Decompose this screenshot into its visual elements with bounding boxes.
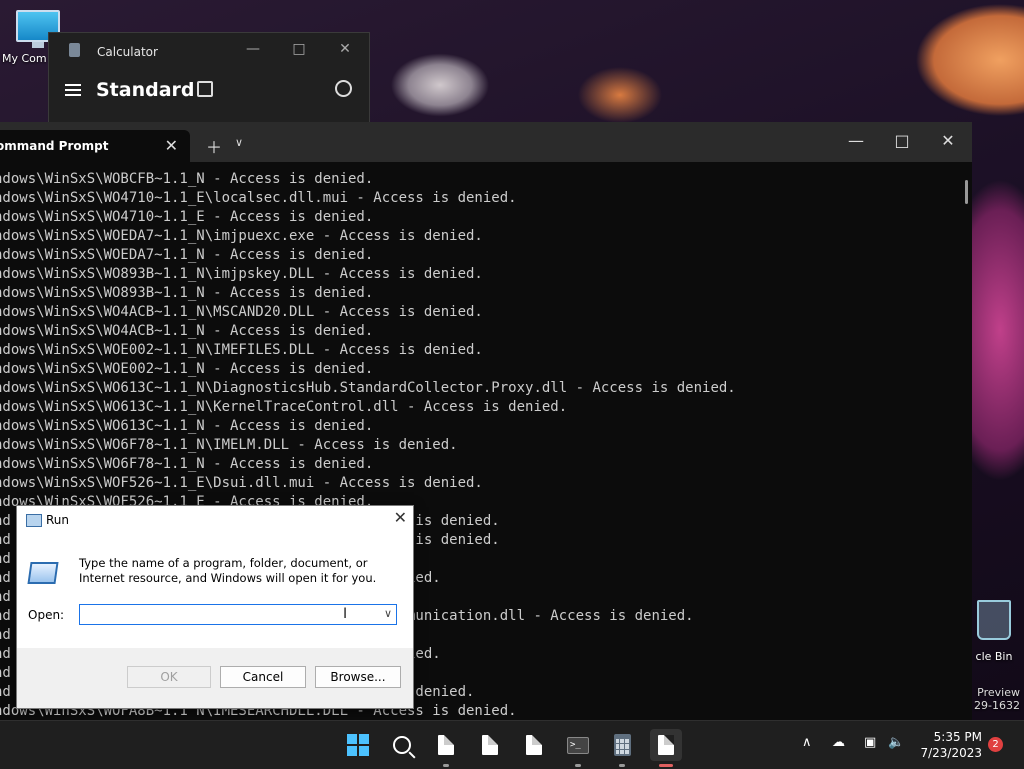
terminal-line: ndows\WinSxS\WO893B~1.1_N\imjpskey.DLL -… [0,266,483,282]
terminal-line: ndows\WinSxS\WOEDA7~1.1_N\imjpuexc.exe -… [0,228,483,244]
terminal-scrollbar[interactable] [965,180,968,204]
watermark-line-2: 29-1632 [974,699,1020,712]
terminal-line: ndows\WinSxS\WO4710~1.1_E\localsec.dll.m… [0,190,517,206]
browse-button[interactable]: Browse... [315,666,401,688]
desktop-icon-label: cle Bin [975,650,1013,663]
terminal-line: ndows\WinSxS\WO4ACB~1.1_N\MSCAND20.DLL -… [0,304,483,320]
running-indicator [575,764,581,767]
taskbar-app-run[interactable] [650,729,682,767]
terminal-line: ndows\WinSxS\WO893B~1.1_N - Access is de… [0,285,374,301]
terminal-line: ndows\WinSxS\WO4ACB~1.1_N - Access is de… [0,323,374,339]
taskbar-app-document-2[interactable] [474,729,506,761]
document-icon [526,735,542,755]
maximize-button[interactable]: □ [890,131,914,150]
close-button[interactable]: ✕ [936,131,960,150]
terminal-icon: >_ [567,736,589,754]
minimize-button[interactable]: — [243,41,263,57]
run-description: Type the name of a program, folder, docu… [79,556,377,585]
document-icon [438,735,454,755]
running-indicator [619,764,625,767]
terminal-line: ndows\WinSxS\WO6F78~1.1_N - Access is de… [0,456,374,472]
volume-icon[interactable]: 🔈 [888,735,904,750]
terminal-line: ndows\WinSxS\WO4710~1.1_E - Access is de… [0,209,374,225]
ok-button[interactable]: OK [127,666,211,688]
search-icon [393,736,411,754]
terminal-line: ndows\WinSxS\WO6F78~1.1_N\IMELM.DLL - Ac… [0,437,458,453]
watermark-line-1: Preview [977,686,1020,699]
terminal-line: ndows\WinSxS\WO613C~1.1_N\DiagnosticsHub… [0,380,736,396]
show-hidden-icons-chevron-up-icon[interactable]: ∧ [802,735,812,750]
run-dialog-title: Run [46,513,70,527]
calculator-window[interactable]: Calculator — □ ✕ Standard [48,32,370,130]
close-button[interactable]: ✕ [335,41,355,57]
new-tab-plus-icon[interactable]: ＋ [206,134,222,158]
taskbar-app-calculator[interactable] [606,729,638,767]
calculator-mode-title: Standard [96,79,195,101]
terminal-line: ndows\WinSxS\WOE002~1.1_N - Access is de… [0,361,374,377]
terminal-line: ndows\WinSxS\WO613C~1.1_N\KernelTraceCon… [0,399,568,415]
calculator-icon [613,734,631,756]
taskbar-app-terminal[interactable]: >_ [562,729,594,767]
network-icon[interactable]: ▣ [864,735,876,750]
taskbar-app-document-3[interactable] [518,729,550,761]
terminal-tab-title: ommand Prompt [0,139,109,153]
terminal-titlebar: ommand Prompt ✕ ＋ ∨ — □ ✕ [0,122,972,162]
history-icon[interactable] [335,80,352,97]
terminal-line: ndows\WinSxS\WOBCFB~1.1_N - Access is de… [0,171,374,187]
active-indicator [659,764,673,767]
clock-time: 5:35 PM [933,730,982,744]
running-indicator [443,764,449,767]
close-icon[interactable]: ✕ [394,508,407,527]
cloud-offline-icon[interactable]: ☁ [832,735,845,750]
maximize-button[interactable]: □ [289,41,309,57]
notification-badge[interactable]: 2 [988,737,1003,752]
terminal-line: ndows\WinSxS\WOF526~1.1_E\Dsui.dll.mui -… [0,475,483,491]
tab-close-icon[interactable]: ✕ [165,136,178,155]
document-icon [658,735,674,755]
document-icon [482,735,498,755]
start-button[interactable] [342,729,374,761]
search-button[interactable] [386,729,418,761]
calculator-app-icon [69,43,80,57]
windows-logo-icon [347,734,369,756]
run-program-icon [27,562,59,584]
chevron-down-icon[interactable]: ∨ [384,607,392,620]
recycle-bin-icon [977,600,1011,640]
tab-dropdown-chevron-icon[interactable]: ∨ [235,136,243,149]
insider-preview-watermark: Preview 29-1632 [974,686,1020,712]
taskbar: >_ ∧ ☁ ▣ 🔈 5:35 PM 7/23/2023 2 [0,720,1024,769]
open-input[interactable] [79,604,397,625]
minimize-button[interactable]: — [844,131,868,150]
clock-date: 7/23/2023 [920,746,982,760]
desktop-icon-recycle-bin[interactable]: cle Bin [964,600,1024,663]
open-label: Open: [28,608,65,622]
clock[interactable]: 5:35 PM 7/23/2023 [912,729,982,761]
cancel-button[interactable]: Cancel [220,666,306,688]
terminal-line: ndows\WinSxS\WOEDA7~1.1_N - Access is de… [0,247,374,263]
text-cursor-icon: I [343,606,348,622]
keep-on-top-icon[interactable] [197,81,213,97]
run-title-icon [26,514,42,527]
hamburger-menu-icon[interactable] [65,81,81,99]
terminal-line: ndows\WinSxS\WO613C~1.1_N - Access is de… [0,418,374,434]
terminal-tab[interactable]: ommand Prompt ✕ [0,130,190,162]
taskbar-app-document-1[interactable] [430,729,462,767]
run-dialog[interactable]: Run ✕ Type the name of a program, folder… [16,505,414,709]
calculator-title: Calculator [97,45,158,59]
terminal-line: ndows\WinSxS\WOE002~1.1_N\IMEFILES.DLL -… [0,342,483,358]
